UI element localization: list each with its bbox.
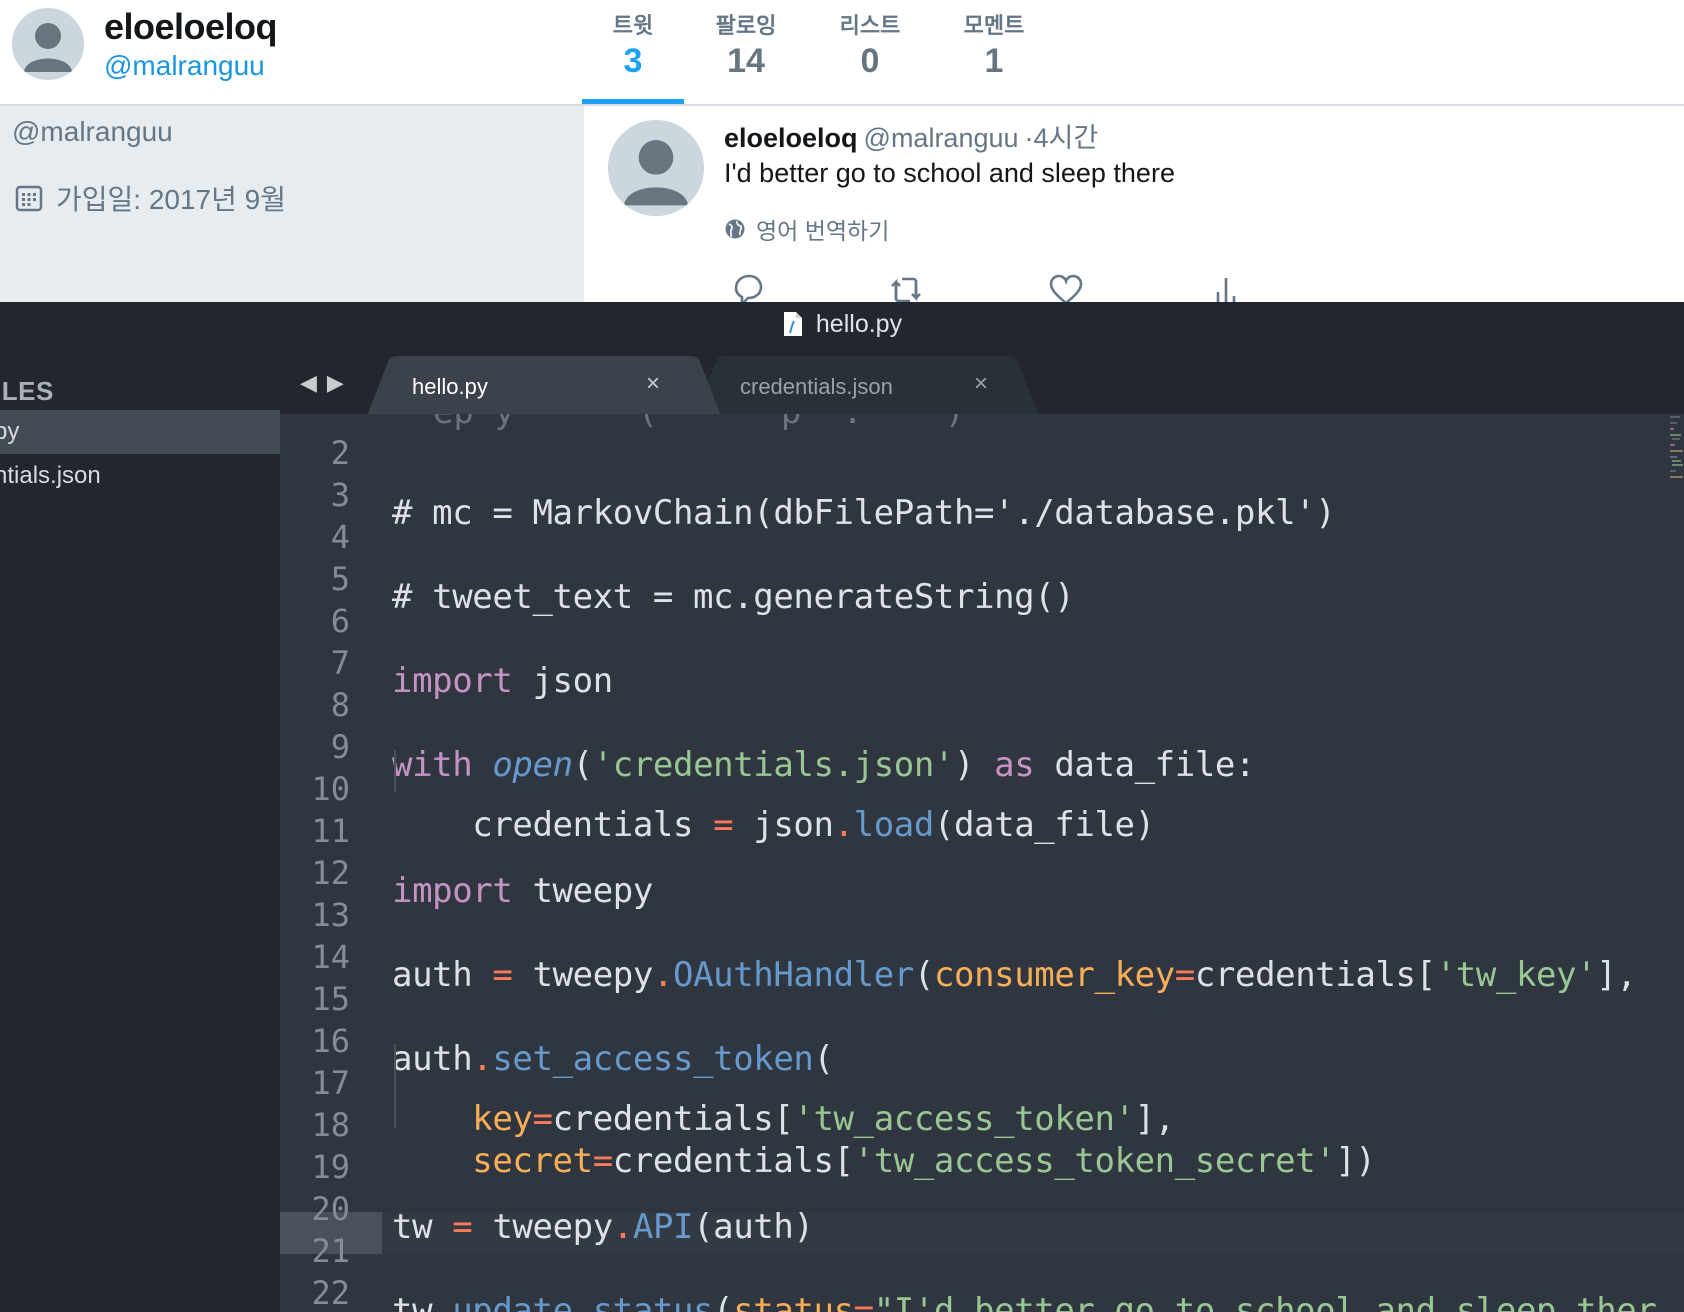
sidebar-file-credentials-json[interactable]: ntials.json xyxy=(0,462,101,490)
tweet[interactable]: eloeloeloq @malranguu ·4시간 I'd better go t… xyxy=(584,106,1684,302)
default-avatar-icon xyxy=(608,120,704,216)
stat-label: 팔로잉 xyxy=(715,13,777,38)
tweet-text: I'd better go to school and sleep there xyxy=(724,158,1175,188)
code-line[interactable]: 6 xyxy=(280,582,1684,640)
profile-avatar[interactable] xyxy=(12,8,84,80)
tweet-avatar[interactable] xyxy=(608,120,704,216)
sidebar-handle: @malranguu xyxy=(12,116,173,147)
code-line[interactable]: 21 xyxy=(280,1212,1684,1270)
code-line[interactable]: 20 tw = tweepy.API(auth) xyxy=(280,1170,1684,1247)
profile-handle[interactable]: @malranguu xyxy=(104,50,265,82)
code-line[interactable]: 4 xyxy=(280,498,1684,556)
heart-icon xyxy=(1049,274,1083,302)
stat-following[interactable]: 팔로잉 14 xyxy=(696,8,796,81)
window-title: hello.py xyxy=(815,309,903,338)
default-avatar-icon xyxy=(12,8,84,80)
code-line[interactable]: 12 import tweepy xyxy=(280,834,1684,911)
retweet-button[interactable] xyxy=(886,270,926,302)
minimap[interactable] xyxy=(1670,414,1684,504)
indent-guide xyxy=(394,750,396,792)
indent-guide xyxy=(394,1044,396,1086)
stat-tweets[interactable]: 트윗 3 xyxy=(583,8,683,81)
indent-guide xyxy=(394,1086,396,1128)
previous-tab-icon[interactable]: ◀ xyxy=(300,372,317,394)
stat-label: 리스트 xyxy=(839,13,901,38)
code-line[interactable]: 13 xyxy=(280,876,1684,934)
code-line[interactable]: 17 key=credentials['tw_access_token'], xyxy=(280,1044,1684,1139)
line-number: 22 xyxy=(311,1274,350,1312)
stat-moments[interactable]: 모멘트 1 xyxy=(944,8,1044,81)
retweet-icon xyxy=(891,277,921,302)
code-line[interactable]: 22 tw.update_status(status="I'd better g… xyxy=(280,1254,1684,1312)
stat-value: 14 xyxy=(727,42,765,80)
code-editor-window: hello.py ILES py ntials.json ◀ ▶ credent… xyxy=(0,302,1684,1312)
globe-icon xyxy=(725,219,745,239)
code-line[interactable]: 9 with open('credentials.json') as data_… xyxy=(280,708,1684,785)
tweet-author-handle[interactable]: @malranguu xyxy=(864,123,1019,153)
reply-button[interactable] xyxy=(728,270,768,302)
code-line[interactable]: 2 xyxy=(280,414,1684,472)
reply-icon xyxy=(734,274,763,302)
code-view[interactable]: ep y ( p . ) 2 3 # mc = MarkovChain(dbFi… xyxy=(280,414,1684,1312)
stat-value: 0 xyxy=(860,42,880,80)
stat-lists[interactable]: 리스트 0 xyxy=(820,8,920,81)
code-line[interactable]: 7 import json xyxy=(280,624,1684,701)
join-date: 가입일: 2017년 9월 xyxy=(56,184,286,215)
code-line[interactable]: 3 # mc = MarkovChain(dbFilePath='./datab… xyxy=(280,456,1684,533)
translate-label: 영어 번역하기 xyxy=(756,218,890,244)
stat-value: 1 xyxy=(984,42,1004,80)
code-line[interactable]: 18 secret=credentials['tw_access_token_s… xyxy=(280,1086,1684,1181)
tweet-header: eloeloeloq @malranguu ·4시간 xyxy=(724,116,1098,155)
code-line[interactable]: 11 xyxy=(280,792,1684,850)
stat-value: 3 xyxy=(623,42,643,80)
tab-label: credentials.json xyxy=(740,374,893,399)
sidebar-header: ILES xyxy=(0,376,54,406)
code-line[interactable]: 5 # tweet_text = mc.generateString() xyxy=(280,540,1684,617)
file-sidebar: ILES py ntials.json xyxy=(0,346,280,1312)
bar-chart-icon xyxy=(1216,278,1236,302)
code-line[interactable]: 19 xyxy=(280,1128,1684,1186)
stat-label: 트윗 xyxy=(612,13,654,38)
code-line[interactable]: 14 auth = tweepy.OAuthHandler(consumer_k… xyxy=(280,918,1684,995)
code-line[interactable]: 10 credentials = json.load(data_file) xyxy=(280,750,1684,845)
code-line[interactable]: 8 xyxy=(280,666,1684,724)
like-button[interactable] xyxy=(1046,270,1086,302)
window-title-bar: hello.py xyxy=(0,302,1684,346)
tab-credentials-json[interactable]: credentials.json × xyxy=(694,356,1040,418)
profile-name[interactable]: eloeloeloq xyxy=(104,6,278,48)
join-date-row: 가입일: 2017년 9월 xyxy=(14,180,286,216)
tweet-author-name[interactable]: eloeloeloq xyxy=(724,123,858,153)
python-file-icon xyxy=(783,312,802,336)
translate-tweet-link[interactable]: 영어 번역하기 xyxy=(724,212,889,246)
next-tab-icon[interactable]: ▶ xyxy=(327,372,344,394)
calendar-icon xyxy=(15,185,43,212)
close-tab-icon[interactable]: × xyxy=(974,370,988,398)
close-tab-icon[interactable]: × xyxy=(646,370,660,398)
tab-label: hello.py xyxy=(412,374,488,399)
stat-label: 모멘트 xyxy=(963,13,1025,38)
code-line[interactable]: 15 xyxy=(280,960,1684,1018)
tweet-timestamp[interactable]: ·4시간 xyxy=(1025,123,1099,153)
line-code: tw.update_status(status="I'd better go t… xyxy=(392,1291,1657,1312)
sidebar-selected-highlight xyxy=(0,410,280,454)
profile-sidebar: @malranguu 가입일: 2017년 9월 xyxy=(0,106,584,302)
tab-navigation: ◀ ▶ xyxy=(300,372,344,394)
code-line[interactable]: 16 auth.set_access_token( xyxy=(280,1002,1684,1079)
analytics-button[interactable] xyxy=(1206,270,1246,302)
sidebar-file-hello-py[interactable]: py xyxy=(0,418,19,446)
twitter-profile-window: eloeloeloq @malranguu 트윗 3 팔로잉 14 리스트 0 … xyxy=(0,0,1684,302)
tab-hello-py[interactable]: hello.py × xyxy=(366,356,722,418)
